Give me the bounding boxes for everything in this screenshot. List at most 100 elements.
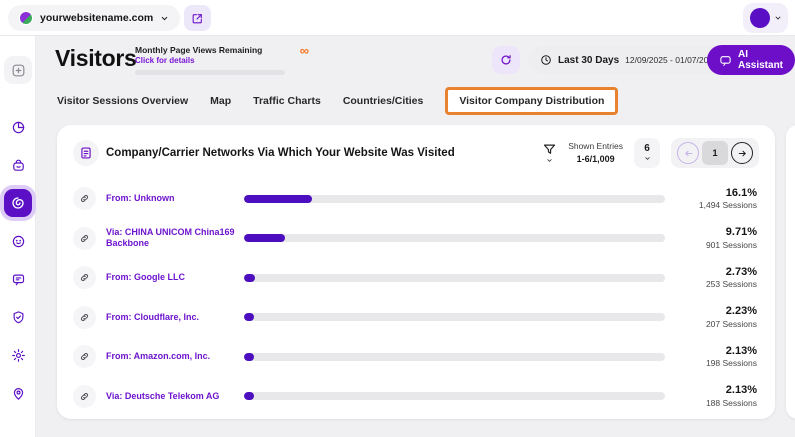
infinity-icon: ∞ bbox=[300, 46, 309, 56]
sidebar bbox=[0, 36, 36, 437]
previous-page-button[interactable] bbox=[677, 142, 699, 164]
page-size-value: 6 bbox=[644, 144, 650, 154]
sidebar-item-behavior[interactable] bbox=[4, 227, 32, 255]
location-pin-icon bbox=[11, 386, 26, 401]
company-row: From: Amazon.com, Inc. 2.13% 198 Session… bbox=[57, 337, 775, 377]
link-icon bbox=[73, 227, 96, 250]
website-name: yourwebsitename.com bbox=[40, 12, 153, 24]
shown-entries-label: Shown Entries bbox=[568, 141, 623, 152]
session-count: 207 Sessions bbox=[677, 319, 757, 330]
visitors-swirl-icon bbox=[10, 195, 26, 211]
topbar: yourwebsitename.com bbox=[0, 0, 795, 36]
tab-countries-cities[interactable]: Countries/Cities bbox=[343, 95, 424, 107]
filter-button[interactable] bbox=[542, 142, 557, 164]
funnel-filter-icon bbox=[542, 142, 557, 157]
refresh-icon bbox=[499, 53, 513, 67]
refresh-button[interactable] bbox=[492, 46, 520, 74]
chevron-down-icon bbox=[644, 155, 651, 162]
row-stats: 2.23% 207 Sessions bbox=[677, 305, 757, 329]
company-row: From: Unknown 16.1% 1,494 Sessions bbox=[57, 179, 775, 219]
company-link[interactable]: From: Amazon.com, Inc. bbox=[106, 351, 244, 362]
pie-chart-icon bbox=[11, 120, 26, 135]
page-views-quota: Monthly Page Views Remaining Click for d… bbox=[135, 45, 287, 75]
ai-assistant-label: AI Assistant bbox=[738, 49, 783, 71]
company-link[interactable]: Via: Deutsche Telekom AG bbox=[106, 391, 244, 402]
row-stats: 2.73% 253 Sessions bbox=[677, 266, 757, 290]
shield-check-icon bbox=[11, 310, 26, 325]
session-percentage: 2.73% bbox=[677, 266, 757, 280]
chat-bubble-icon bbox=[11, 272, 26, 287]
arrow-right-icon bbox=[737, 148, 748, 159]
sidebar-item-visitors[interactable] bbox=[4, 189, 32, 217]
session-count: 188 Sessions bbox=[677, 398, 757, 409]
adjacent-card-edge bbox=[786, 125, 795, 419]
arrow-left-icon bbox=[683, 148, 694, 159]
link-icon bbox=[73, 345, 96, 368]
sidebar-item-statistics[interactable] bbox=[4, 113, 32, 141]
row-stats: 9.71% 901 Sessions bbox=[677, 226, 757, 250]
link-icon bbox=[73, 306, 96, 329]
sessions-bar-fill bbox=[244, 274, 255, 282]
sidebar-item-location[interactable] bbox=[4, 379, 32, 407]
sidebar-item-privacy[interactable] bbox=[4, 303, 32, 331]
app-root: yourwebsitename.com Visitors Monthly Pag… bbox=[0, 0, 795, 437]
company-link[interactable]: Via: CHINA UNICOM China169 Backbone bbox=[106, 227, 244, 249]
shown-entries: Shown Entries 1-6/1,009 bbox=[568, 141, 623, 165]
session-percentage: 2.13% bbox=[677, 345, 757, 359]
bag-icon bbox=[11, 158, 26, 173]
external-link-icon bbox=[191, 12, 204, 25]
sessions-bar-fill bbox=[244, 195, 312, 203]
company-row: From: Google LLC 2.73% 253 Sessions bbox=[57, 258, 775, 298]
session-percentage: 2.13% bbox=[677, 384, 757, 398]
sessions-bar-track bbox=[244, 274, 665, 282]
quota-label: Monthly Page Views Remaining bbox=[135, 45, 287, 55]
card-title: Company/Carrier Networks Via Which Your … bbox=[106, 147, 455, 159]
website-selector[interactable]: yourwebsitename.com bbox=[8, 5, 180, 31]
quota-details-link[interactable]: Click for details bbox=[135, 56, 287, 65]
sidebar-item-modules[interactable] bbox=[4, 151, 32, 179]
company-row: From: Cloudflare, Inc. 2.23% 207 Session… bbox=[57, 298, 775, 338]
open-website-button[interactable] bbox=[184, 5, 211, 31]
tab-visitor-company-distribution[interactable]: Visitor Company Distribution bbox=[445, 87, 618, 115]
row-stats: 2.13% 188 Sessions bbox=[677, 384, 757, 408]
report-document-icon bbox=[73, 140, 99, 166]
chevron-down-icon bbox=[546, 157, 553, 164]
session-percentage: 9.71% bbox=[677, 226, 757, 240]
session-count: 1,494 Sessions bbox=[677, 200, 757, 211]
sessions-bar-fill bbox=[244, 234, 285, 242]
tab-traffic-charts[interactable]: Traffic Charts bbox=[253, 95, 321, 107]
sessions-bar-track bbox=[244, 353, 665, 361]
sessions-bar-fill bbox=[244, 392, 254, 400]
company-link[interactable]: From: Cloudflare, Inc. bbox=[106, 312, 244, 323]
ai-assistant-button[interactable]: AI Assistant bbox=[707, 45, 795, 75]
card-controls: Shown Entries 1-6/1,009 6 1 bbox=[542, 138, 759, 168]
sidebar-item-add-website[interactable] bbox=[4, 56, 32, 84]
link-icon bbox=[73, 385, 96, 408]
twipla-logo-icon bbox=[19, 11, 33, 25]
sessions-bar-fill bbox=[244, 353, 254, 361]
tab-visitor-sessions-overview[interactable]: Visitor Sessions Overview bbox=[57, 95, 188, 107]
session-count: 901 Sessions bbox=[677, 240, 757, 251]
add-website-icon bbox=[11, 63, 26, 78]
tab-map[interactable]: Map bbox=[210, 95, 231, 107]
profile-menu[interactable] bbox=[743, 3, 788, 33]
page-size-dropdown[interactable]: 6 bbox=[634, 138, 660, 168]
company-link[interactable]: From: Unknown bbox=[106, 193, 244, 204]
content-area: Visitors Monthly Page Views Remaining Cl… bbox=[36, 36, 795, 437]
sidebar-item-communication[interactable] bbox=[4, 265, 32, 293]
next-page-button[interactable] bbox=[731, 142, 753, 164]
company-link[interactable]: From: Google LLC bbox=[106, 272, 244, 283]
session-percentage: 2.23% bbox=[677, 305, 757, 319]
sessions-bar-track bbox=[244, 195, 665, 203]
sessions-bar-track bbox=[244, 234, 665, 242]
avatar bbox=[750, 8, 770, 28]
shown-entries-value: 1-6/1,009 bbox=[568, 153, 623, 165]
chat-icon bbox=[719, 54, 732, 67]
gear-icon bbox=[11, 348, 26, 363]
link-icon bbox=[73, 187, 96, 210]
link-icon bbox=[73, 266, 96, 289]
sidebar-item-settings[interactable] bbox=[4, 341, 32, 369]
company-row: Via: CHINA UNICOM China169 Backbone 9.71… bbox=[57, 219, 775, 259]
clock-icon bbox=[540, 54, 552, 66]
date-range-value: 12/09/2025 - 01/07/2026 bbox=[625, 55, 718, 65]
